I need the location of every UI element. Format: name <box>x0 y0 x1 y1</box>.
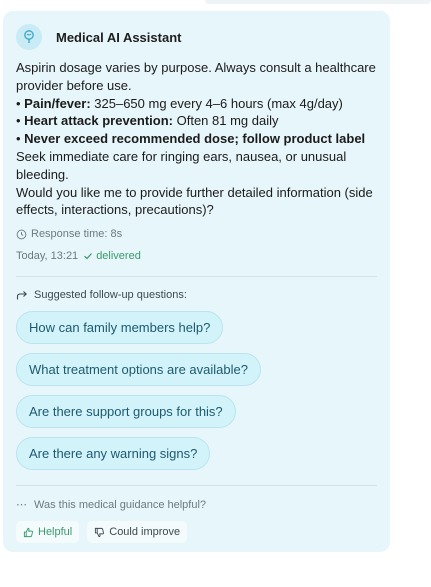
assistant-name: Medical AI Assistant <box>56 29 182 45</box>
feedback-question: ⋯ Was this medical guidance helpful? <box>16 498 207 512</box>
suggestions-heading: Suggested follow-up questions: <box>16 289 377 301</box>
bullet-item: • Pain/fever: 325–650 mg every 4–6 hours… <box>16 95 343 111</box>
message-body: Aspirin dosage varies by purpose. Always… <box>16 59 377 219</box>
divider <box>16 485 377 487</box>
feedback-buttons: Helpful Could improve <box>16 521 377 544</box>
could-improve-button[interactable]: Could improve <box>87 521 188 544</box>
suggestion-list: How can family members help? What treatm… <box>16 311 377 479</box>
message-intro: Aspirin dosage varies by purpose. Always… <box>16 60 376 93</box>
clock-icon <box>16 229 27 240</box>
suggestion-chip[interactable]: How can family members help? <box>16 311 224 345</box>
helpful-button[interactable]: Helpful <box>16 521 80 544</box>
message-timestamp-row: Today, 13:21 delivered <box>16 250 377 262</box>
message-timestamp: Today, 13:21 <box>16 250 79 263</box>
message-warning: Seek immediate care for ringing ears, na… <box>16 148 347 182</box>
bullet-item: • Never exceed recommended dose; follow … <box>16 131 366 147</box>
assistant-avatar <box>16 24 42 50</box>
stethoscope-icon <box>24 30 34 43</box>
suggestion-chip[interactable]: What treatment options are available? <box>16 353 261 387</box>
previous-message-edge <box>205 0 431 4</box>
reply-arrow-icon <box>16 290 28 300</box>
suggestion-chip[interactable]: Are there any warning signs? <box>16 437 211 471</box>
thumbs-up-icon <box>23 527 33 537</box>
ellipsis-icon: ⋯ <box>16 499 28 512</box>
response-time: Response time: 8s <box>16 228 377 240</box>
message-header: Medical AI Assistant <box>16 24 377 50</box>
message-question: Would you like me to provide further det… <box>16 184 373 218</box>
suggestion-chip[interactable]: Are there support groups for this? <box>16 395 236 429</box>
thumbs-down-icon <box>95 527 105 537</box>
bullet-item: • Heart attack prevention: Often 81 mg d… <box>16 113 279 129</box>
divider <box>16 276 377 278</box>
delivery-status: delivered <box>83 250 141 262</box>
assistant-message-card: Medical AI Assistant Aspirin dosage vari… <box>3 11 390 552</box>
check-icon <box>84 253 93 260</box>
